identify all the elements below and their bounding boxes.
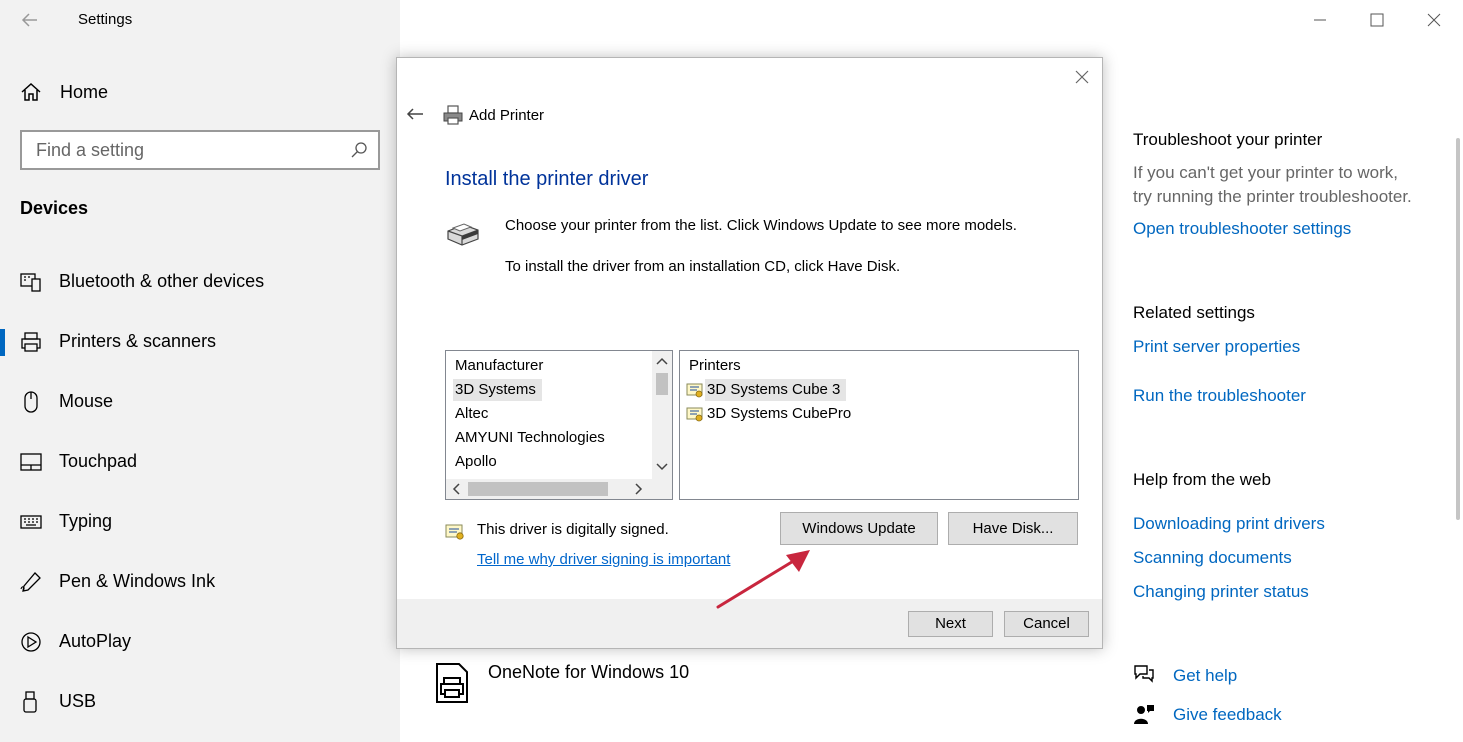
print-server-properties-link[interactable]: Print server properties — [1133, 337, 1300, 357]
manufacturer-item-selected[interactable]: 3D Systems — [453, 379, 542, 401]
sidebar-item-autoplay[interactable]: AutoPlay — [0, 622, 400, 662]
search-icon[interactable] — [350, 141, 368, 159]
back-arrow-icon[interactable] — [405, 106, 425, 122]
search-input[interactable] — [22, 132, 332, 168]
changing-status-link[interactable]: Changing printer status — [1133, 582, 1309, 602]
printer-item[interactable]: 3D Systems CubePro — [705, 403, 853, 425]
close-window-icon[interactable] — [1422, 8, 1446, 32]
sidebar-item-bluetooth[interactable]: Bluetooth & other devices — [0, 262, 400, 302]
open-troubleshooter-link[interactable]: Open troubleshooter settings — [1133, 219, 1351, 239]
page-scrollbar[interactable] — [1456, 138, 1460, 520]
manufacturer-item[interactable]: Altec — [453, 403, 490, 425]
back-arrow-icon[interactable] — [20, 10, 40, 30]
sidebar-item-label: Bluetooth & other devices — [59, 271, 265, 291]
dialog-footer: Next Cancel — [397, 599, 1102, 648]
sidebar-item-label: AutoPlay — [59, 631, 132, 651]
app-title: Settings — [78, 11, 133, 28]
sidebar-item-label: Pen & Windows Ink — [59, 571, 216, 591]
give-feedback-icon — [1134, 705, 1154, 724]
settings-search-box[interactable] — [20, 130, 380, 170]
manufacturer-item[interactable]: Apollo — [453, 451, 499, 473]
add-printer-dialog: Add Printer Install the printer driver C… — [396, 57, 1103, 649]
sidebar-item-touchpad[interactable]: Touchpad — [0, 442, 400, 482]
vertical-scrollbar[interactable] — [652, 351, 672, 479]
troubleshoot-heading: Troubleshoot your printer — [1133, 130, 1323, 149]
sidebar-item-printers[interactable]: Printers & scanners — [0, 322, 400, 362]
sidebar-item-label: Touchpad — [59, 451, 138, 471]
mouse-icon — [24, 391, 38, 413]
printer-icon — [443, 105, 463, 125]
certificate-icon — [445, 524, 464, 540]
run-troubleshooter-link[interactable]: Run the troubleshooter — [1133, 386, 1306, 406]
touchpad-icon — [20, 453, 42, 471]
troubleshoot-text-line1: If you can't get your printer to work, — [1133, 163, 1398, 182]
autoplay-icon — [21, 632, 41, 652]
maximize-icon[interactable] — [1365, 8, 1389, 32]
minimize-icon[interactable] — [1308, 8, 1332, 32]
scroll-down-icon[interactable] — [654, 458, 670, 474]
home-icon — [21, 82, 41, 101]
printers-listbox[interactable]: Printers 3D Systems Cube 3 3D Systems Cu… — [679, 350, 1079, 500]
downloading-drivers-link[interactable]: Downloading print drivers — [1133, 514, 1325, 534]
printers-header: Printers — [689, 357, 741, 374]
printer-device-icon[interactable] — [435, 662, 469, 704]
close-icon[interactable] — [1075, 70, 1089, 84]
sidebar-item-label: Mouse — [59, 391, 114, 411]
section-heading: Devices — [20, 198, 89, 218]
get-help-icon — [1134, 665, 1154, 683]
instruction-text-1: Choose your printer from the list. Click… — [505, 217, 1017, 234]
troubleshoot-text-line2: try running the printer troubleshooter. — [1133, 187, 1412, 206]
pen-icon — [20, 572, 41, 592]
sidebar-item-label: Typing — [59, 511, 113, 531]
printer-list-item-label[interactable]: OneNote for Windows 10 — [488, 662, 689, 683]
printer-item-selected[interactable]: 3D Systems Cube 3 — [705, 379, 847, 401]
manufacturer-item[interactable]: AMYUNI Technologies — [453, 427, 607, 449]
driver-signed-text: This driver is digitally signed. — [477, 521, 669, 538]
settings-sidebar: Settings Home Devices Bluetooth & other … — [0, 0, 400, 742]
signed-driver-icon — [686, 407, 703, 422]
have-disk-button[interactable]: Have Disk... — [948, 512, 1078, 545]
manufacturer-listbox[interactable]: Manufacturer 3D Systems Altec AMYUNI Tec… — [445, 350, 673, 500]
dialog-heading: Install the printer driver — [445, 168, 649, 190]
printer-driver-icon — [447, 223, 479, 246]
cancel-button[interactable]: Cancel — [1004, 611, 1089, 637]
next-button[interactable]: Next — [908, 611, 993, 637]
instruction-text-2: To install the driver from an installati… — [505, 258, 901, 275]
scroll-thumb[interactable] — [468, 482, 608, 496]
sidebar-item-usb[interactable]: USB — [0, 682, 400, 722]
home-label: Home — [60, 81, 109, 102]
sidebar-item-pen[interactable]: Pen & Windows Ink — [0, 562, 400, 602]
scroll-right-icon[interactable] — [630, 481, 646, 497]
bluetooth-devices-icon — [20, 273, 41, 292]
sidebar-item-typing[interactable]: Typing — [0, 502, 400, 542]
scroll-thumb[interactable] — [656, 373, 668, 395]
help-web-heading: Help from the web — [1133, 470, 1271, 489]
scanning-documents-link[interactable]: Scanning documents — [1133, 548, 1292, 568]
manufacturer-header: Manufacturer — [455, 357, 544, 374]
windows-update-button[interactable]: Windows Update — [780, 512, 938, 545]
related-settings-heading: Related settings — [1133, 303, 1255, 322]
sidebar-item-label: USB — [59, 691, 97, 711]
get-help-link[interactable]: Get help — [1173, 666, 1237, 686]
scroll-up-icon[interactable] — [654, 354, 670, 370]
sidebar-item-mouse[interactable]: Mouse — [0, 382, 400, 422]
printer-icon — [21, 332, 41, 352]
keyboard-icon — [20, 515, 42, 529]
scroll-left-icon[interactable] — [449, 481, 465, 497]
give-feedback-link[interactable]: Give feedback — [1173, 705, 1282, 725]
signed-driver-icon — [686, 383, 703, 398]
home-nav[interactable]: Home — [20, 80, 108, 104]
driver-signing-link[interactable]: Tell me why driver signing is important — [477, 551, 730, 568]
sidebar-item-label: Printers & scanners — [59, 331, 217, 351]
usb-icon — [23, 691, 37, 713]
dialog-title: Add Printer — [469, 107, 545, 124]
horizontal-scrollbar[interactable] — [446, 479, 672, 499]
